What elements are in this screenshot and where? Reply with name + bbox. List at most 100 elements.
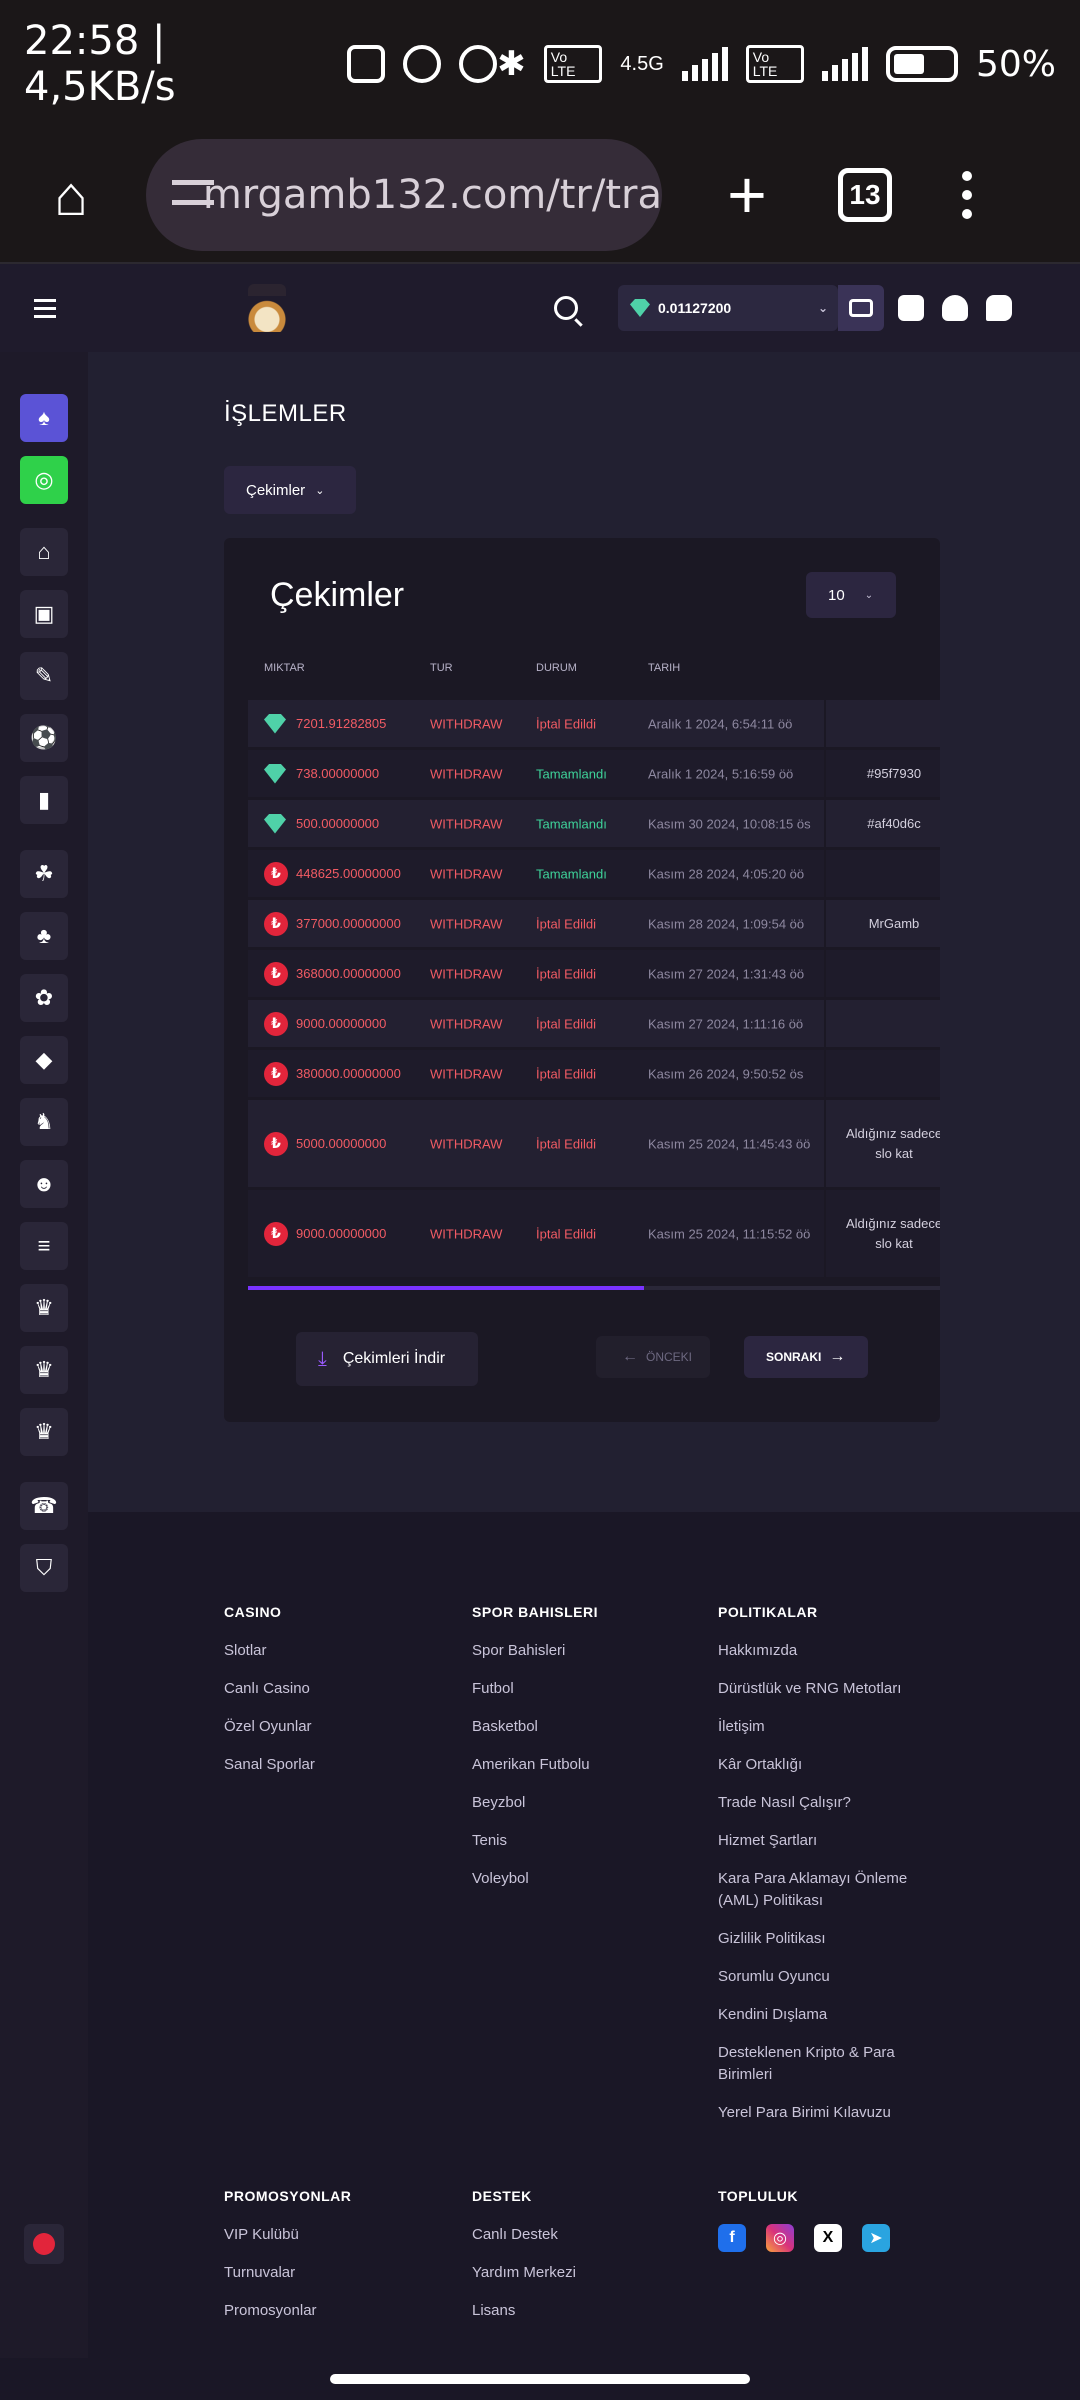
footer-link[interactable]: Yardım Merkezi <box>472 2262 682 2284</box>
footer-link[interactable]: Lisans <box>472 2300 682 2322</box>
footer-link[interactable]: Promosyonlar <box>224 2300 434 2322</box>
sidebar-item-originals[interactable]: ◆ <box>20 1036 68 1084</box>
row-amount-value: 9000.00000000 <box>296 1226 387 1241</box>
row-type: WITHDRAW <box>430 766 503 781</box>
footer-link[interactable]: İletişim <box>718 1716 928 1738</box>
footer-link[interactable]: Kara Para Aklamayı Önleme (AML) Politika… <box>718 1868 928 1912</box>
turkish-lira-icon: ₺ <box>264 961 288 986</box>
rows-per-page-dropdown[interactable]: 10 ⌄ <box>806 572 896 618</box>
notifications-icon[interactable] <box>898 295 924 321</box>
sidebar-item-tournament-2[interactable]: ♛ <box>20 1346 68 1394</box>
home-icon[interactable]: ⌂ <box>36 160 106 230</box>
telegram-icon[interactable]: ➤ <box>862 2224 890 2252</box>
footer-link[interactable]: Hakkımızda <box>718 1640 928 1662</box>
footer-link[interactable]: Canlı Casino <box>224 1678 434 1700</box>
address-bar[interactable]: mrgamb132.com/tr/tra <box>146 139 662 251</box>
sidebar-item-vip[interactable]: ▣ <box>20 590 68 638</box>
table-row: ₺ 368000.00000000 WITHDRAW İptal Edildi Kası… <box>248 950 940 998</box>
sidebar-item-football[interactable]: ⚽ <box>20 714 68 762</box>
footer-link[interactable]: Sorumlu Oyuncu <box>718 1966 928 1988</box>
footer-link[interactable]: Kendini Dışlama <box>718 2004 928 2026</box>
row-transaction-info: Aldığınız sadece slo kat <box>824 1100 940 1187</box>
footer-link[interactable]: Canlı Destek <box>472 2224 682 2246</box>
instagram-icon[interactable]: ◎ <box>766 2224 794 2252</box>
wallet-button[interactable] <box>838 285 884 331</box>
table-horizontal-scrollbar[interactable] <box>248 1286 940 1290</box>
footer-link[interactable]: Yerel Para Birimi Kılavuzu <box>718 2102 928 2124</box>
footer-link[interactable]: Kâr Ortaklığı <box>718 1754 928 1776</box>
row-amount: ₺ 377000.00000000 <box>264 911 401 936</box>
sidebar-item-tournament-3[interactable]: ♛ <box>20 1408 68 1456</box>
language-selector[interactable] <box>24 2224 64 2264</box>
sidebar-item-slots[interactable]: ☘ <box>20 850 68 898</box>
search-icon[interactable] <box>554 296 578 320</box>
x-twitter-icon[interactable]: X <box>814 2224 842 2252</box>
row-status: Tamamlandı <box>536 816 607 831</box>
tab-switcher-button[interactable]: 13 <box>838 168 892 222</box>
next-page-button[interactable]: SONRAKI → <box>744 1336 868 1378</box>
footer-link[interactable]: Sanal Sporlar <box>224 1754 434 1776</box>
footer-link[interactable]: Slotlar <box>224 1640 434 1662</box>
table-row: ₺ 9000.00000000 WITHDRAW İptal Edildi Kasım … <box>248 1190 940 1278</box>
footer-policies: POLITIKALAR Hakkımızda Dürüstlük ve RNG M… <box>718 1604 928 2140</box>
footer-link[interactable]: Beyzbol <box>472 1792 682 1814</box>
download-withdrawals-button[interactable]: ⤓ Çekimleri İndir <box>296 1332 478 1386</box>
site-settings-icon[interactable] <box>170 170 213 220</box>
arrow-right-icon: → <box>829 1348 846 1365</box>
volte-badge: Vo LTE <box>543 45 603 83</box>
scrollbar-thumb[interactable] <box>248 1286 644 1290</box>
footer-link[interactable]: Spor Bahisleri <box>472 1640 682 1662</box>
sidebar-item-game-shows[interactable]: ♞ <box>20 1098 68 1146</box>
site-logo[interactable] <box>248 284 286 332</box>
turkish-lira-icon: ₺ <box>264 1221 288 1246</box>
footer-link[interactable]: Özel Oyunlar <box>224 1716 434 1738</box>
sidebar-item-support[interactable]: ☎ <box>20 1482 68 1530</box>
sidebar-item-security[interactable]: ⛉ <box>20 1544 68 1592</box>
footer-link[interactable]: Trade Nasıl Çalışır? <box>718 1792 928 1814</box>
footer-link[interactable]: Futbol <box>472 1678 682 1700</box>
sidebar-item-casino[interactable]: ♠ <box>20 394 68 442</box>
footer-link[interactable]: Tenis <box>472 1830 682 1852</box>
sidebar-item-home[interactable]: ⌂ <box>20 528 68 576</box>
footer-sports: SPOR BAHISLERI Spor Bahisleri Futbol Baske… <box>472 1604 682 1906</box>
sidebar-item-live-casino[interactable]: ✿ <box>20 974 68 1022</box>
previous-page-button[interactable]: ← ÖNCEKI <box>596 1336 710 1378</box>
screen: 22:58 | 4,5KB/s ✱ Vo LTE 4.5G Vo LTE 50%… <box>0 0 1080 2400</box>
footer-links: Canlı Destek Yardım Merkezi Lisans <box>472 2224 682 2322</box>
facebook-icon[interactable]: f <box>718 2224 746 2252</box>
footer-support: DESTEK Canlı Destek Yardım Merkezi Lisans <box>472 2188 682 2338</box>
url-text: mrgamb132.com/tr/tra <box>202 172 662 218</box>
wallet-balance-dropdown[interactable]: 0.01127200 ⌄ <box>618 285 838 331</box>
sidebar-item-promotions[interactable]: ✎ <box>20 652 68 700</box>
sidebar-item-card-games[interactable]: ♣ <box>20 912 68 960</box>
footer-link[interactable]: Turnuvalar <box>224 2262 434 2284</box>
sidebar-item-stats[interactable]: ≡ <box>20 1222 68 1270</box>
chat-icon[interactable] <box>986 295 1012 321</box>
user-icon[interactable] <box>942 295 968 321</box>
footer-link[interactable]: Dürüstlük ve RNG Metotları <box>718 1678 928 1700</box>
sidebar-item-trade[interactable]: ▮ <box>20 776 68 824</box>
home-indicator[interactable] <box>330 2374 750 2384</box>
sidebar-item-tournament-1[interactable]: ♛ <box>20 1284 68 1332</box>
new-tab-button[interactable]: + <box>712 156 782 234</box>
status-time: 22:58 | 4,5KB/s <box>24 18 176 110</box>
footer-community: TOPLULUK f ◎ X ➤ <box>718 2188 890 2252</box>
usdt-icon <box>264 813 286 834</box>
table-row: ₺ 377000.00000000 WITHDRAW İptal Edildi Kası… <box>248 900 940 948</box>
footer-link[interactable]: Amerikan Futbolu <box>472 1754 682 1776</box>
footer-link[interactable]: Hizmet Şartları <box>718 1830 928 1852</box>
sidebar-item-profile[interactable]: ☻ <box>20 1160 68 1208</box>
sidebar-item-sports[interactable]: ◎ <box>20 456 68 504</box>
footer-link[interactable]: VIP Kulübü <box>224 2224 434 2246</box>
footer-link[interactable]: Voleybol <box>472 1868 682 1890</box>
usdt-icon <box>264 713 286 734</box>
hamburger-menu-icon[interactable] <box>34 298 56 318</box>
footer-link[interactable]: Basketbol <box>472 1716 682 1738</box>
row-amount: 500.00000000 <box>264 813 379 834</box>
footer-link[interactable]: Gizlilik Politikası <box>718 1928 928 1950</box>
footer-link[interactable]: Desteklenen Kripto & Para Birimleri <box>718 2042 928 2086</box>
row-type: WITHDRAW <box>430 816 503 831</box>
transaction-type-dropdown[interactable]: Çekimler ⌄ <box>224 466 356 514</box>
browser-menu-icon[interactable] <box>962 171 972 219</box>
footer-heading: POLITIKALAR <box>718 1604 818 1620</box>
